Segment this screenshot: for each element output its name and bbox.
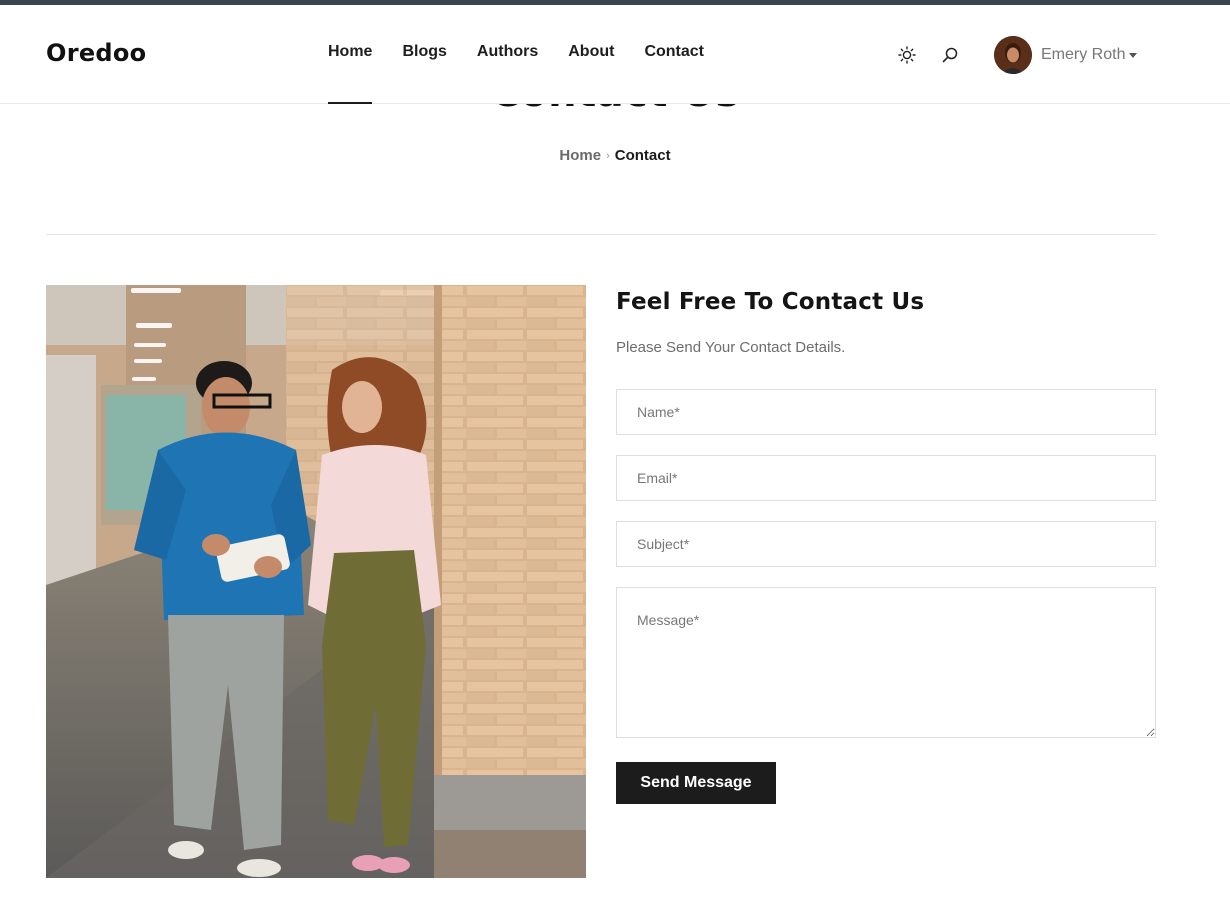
avatar [994,36,1032,74]
site-header: Oredoo Home Blogs Authors About Contact [0,5,1230,104]
contact-photo [46,285,586,878]
nav-item-blogs[interactable]: Blogs [402,43,446,104]
contact-subheading: Please Send Your Contact Details. [616,339,846,356]
breadcrumb-home-link[interactable]: Home [559,147,601,164]
nav-item-contact[interactable]: Contact [644,43,704,104]
chevron-right-icon: › [606,150,610,162]
message-field[interactable] [616,587,1156,738]
sun-icon[interactable] [897,45,917,65]
email-field[interactable] [616,455,1156,501]
name-field[interactable] [616,389,1156,435]
subject-field[interactable] [616,521,1156,567]
nav-item-home[interactable]: Home [328,43,373,104]
chevron-down-icon [1129,52,1138,58]
nav-item-authors[interactable]: Authors [477,43,538,104]
send-message-button[interactable]: Send Message [616,762,776,804]
nav-item-about[interactable]: About [568,43,614,104]
contact-form-section: Feel Free To Contact Us Please Send Your… [616,285,1156,804]
contact-heading: Feel Free To Contact Us [616,289,925,315]
search-icon[interactable] [940,45,960,65]
site-logo[interactable]: Oredoo [46,39,146,67]
section-divider [46,234,1156,235]
breadcrumb: Home › Contact [0,147,1230,164]
breadcrumb-current: Contact [614,147,671,164]
main-nav: Home Blogs Authors About Contact [328,43,734,104]
user-name: Emery Roth [1041,46,1126,63]
user-menu[interactable]: Emery Roth [994,36,1138,74]
